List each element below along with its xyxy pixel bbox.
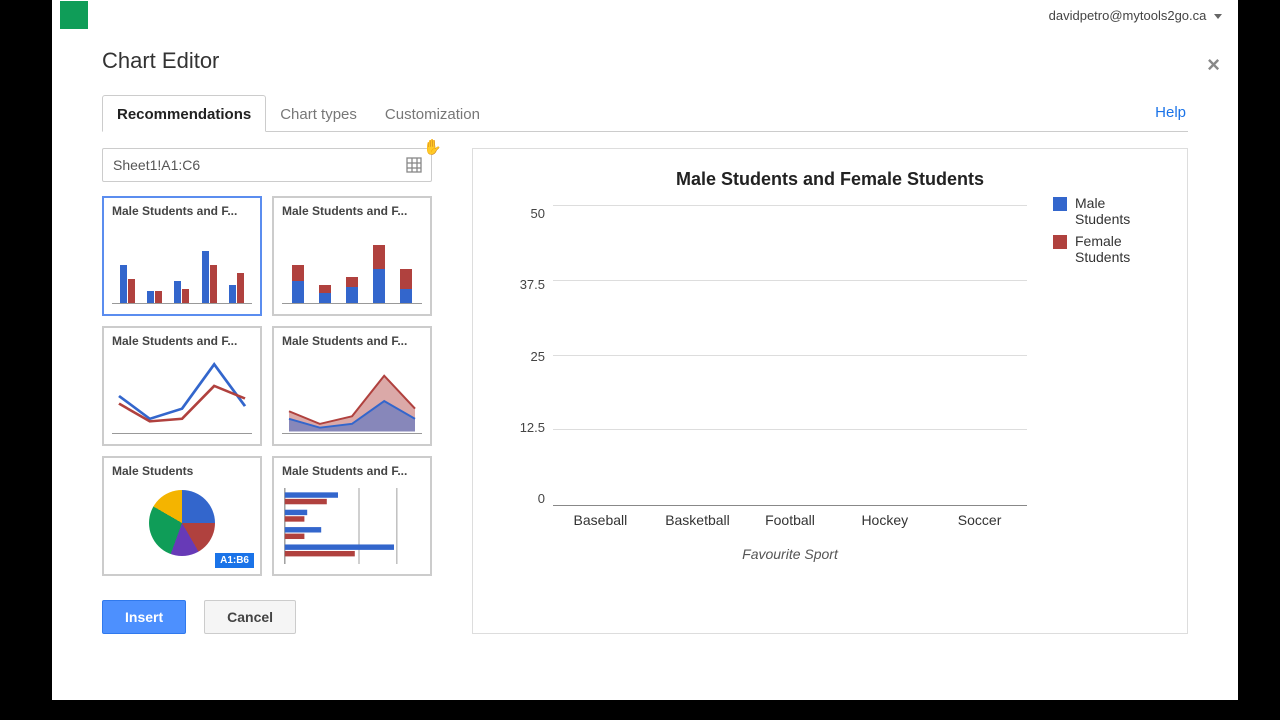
legend-label: Female Students: [1075, 233, 1163, 265]
x-axis-label: Favourite Sport: [553, 546, 1157, 562]
x-tick: Baseball: [570, 512, 630, 528]
cancel-button[interactable]: Cancel: [204, 600, 296, 634]
left-pane: Male Students and F... Male Students and…: [102, 148, 432, 634]
chart-title: Male Students and Female Students: [503, 169, 1157, 190]
close-icon[interactable]: ×: [1207, 52, 1220, 78]
user-email-text: davidpetro@mytools2go.ca: [1049, 8, 1207, 23]
y-tick: 37.5: [520, 277, 545, 292]
account-menu[interactable]: davidpetro@mytools2go.ca: [1049, 8, 1222, 23]
button-row: Insert Cancel: [102, 600, 432, 634]
data-range-input[interactable]: [103, 157, 397, 173]
thumb-title: Male Students and F...: [282, 464, 422, 478]
thumb-line[interactable]: Male Students and F...: [102, 326, 262, 446]
tab-recommendations[interactable]: Recommendations: [102, 95, 266, 132]
recommendation-grid: Male Students and F... Male Students and…: [102, 196, 432, 576]
chevron-down-icon: [1214, 14, 1222, 19]
grid-select-icon[interactable]: [397, 148, 431, 182]
thumb-title: Male Students: [112, 464, 252, 478]
thumb-pie[interactable]: Male Students 38.5% A1:B6: [102, 456, 262, 576]
legend-swatch-icon: [1053, 235, 1067, 249]
insert-button[interactable]: Insert: [102, 600, 186, 634]
y-axis: 50 37.5 25 12.5 0: [503, 206, 553, 506]
tab-customization[interactable]: Customization: [371, 96, 494, 131]
thumb-grouped-bar[interactable]: Male Students and F...: [102, 196, 262, 316]
chart-legend: Male Students Female Students: [1053, 195, 1163, 271]
tab-bar: Recommendations Chart types Customizatio…: [102, 94, 1188, 132]
sheets-logo: [60, 1, 88, 29]
pie-slice-label: 38.5%: [120, 524, 148, 535]
data-range-field[interactable]: [102, 148, 432, 182]
y-tick: 25: [531, 349, 545, 364]
plot-area: [553, 206, 1027, 506]
x-tick: Football: [760, 512, 820, 528]
chart-preview: Male Students and Female Students Male S…: [472, 148, 1188, 634]
legend-item: Male Students: [1053, 195, 1163, 227]
tab-chart-types[interactable]: Chart types: [266, 96, 371, 131]
range-badge: A1:B6: [215, 553, 254, 568]
pie-icon: [149, 490, 215, 556]
y-tick: 12.5: [520, 420, 545, 435]
app-header: davidpetro@mytools2go.ca: [52, 0, 1238, 30]
thumb-stacked-bar[interactable]: Male Students and F...: [272, 196, 432, 316]
x-tick: Hockey: [855, 512, 915, 528]
legend-label: Male Students: [1075, 195, 1163, 227]
thumb-title: Male Students and F...: [282, 204, 422, 218]
y-tick: 50: [531, 206, 545, 221]
thumb-horizontal-bar[interactable]: Male Students and F...: [272, 456, 432, 576]
modal-title: Chart Editor: [102, 48, 1188, 74]
thumb-title: Male Students and F...: [282, 334, 422, 348]
legend-item: Female Students: [1053, 233, 1163, 265]
x-axis: Baseball Basketball Football Hockey Soccer: [553, 506, 1157, 528]
y-tick: 0: [538, 491, 545, 506]
x-tick: Soccer: [950, 512, 1010, 528]
thumb-area[interactable]: Male Students and F...: [272, 326, 432, 446]
legend-swatch-icon: [1053, 197, 1067, 211]
thumb-title: Male Students and F...: [112, 204, 252, 218]
help-link[interactable]: Help: [1153, 94, 1188, 131]
x-tick: Basketball: [665, 512, 725, 528]
chart-editor-modal: × Chart Editor Recommendations Chart typ…: [52, 30, 1238, 700]
thumb-title: Male Students and F...: [112, 334, 252, 348]
